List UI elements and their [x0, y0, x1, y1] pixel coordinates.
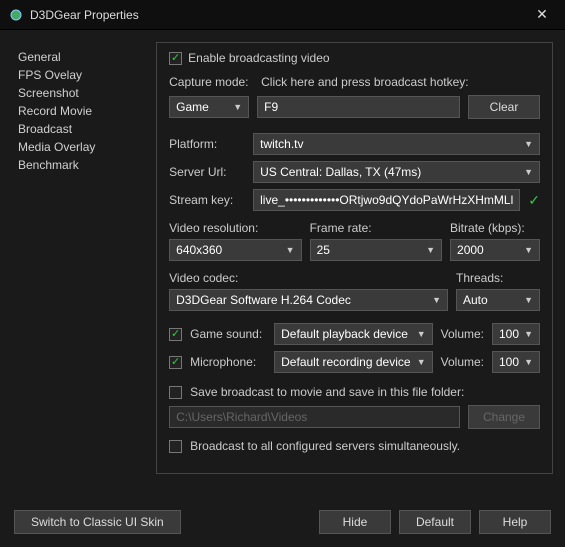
footer: Switch to Classic UI Skin Hide Default H… — [0, 497, 565, 547]
chevron-down-icon: ▼ — [233, 102, 242, 112]
bitrate-select[interactable]: 2000▼ — [450, 239, 540, 261]
broadcast-group: Enable broadcasting video Capture mode: … — [156, 42, 553, 474]
chevron-down-icon: ▼ — [524, 357, 533, 367]
sidebar-item-fps-overlay[interactable]: FPS Ovelay — [18, 66, 144, 84]
codec-label: Video codec: — [169, 271, 448, 285]
threads-select[interactable]: Auto▼ — [456, 289, 540, 311]
platform-label: Platform: — [169, 137, 245, 151]
hide-button[interactable]: Hide — [319, 510, 391, 534]
multi-server-label: Broadcast to all configured servers simu… — [190, 439, 460, 453]
stream-key-input[interactable]: live_•••••••••••••ORtjwo9dQYdoPaWrHzXHmM… — [253, 189, 520, 211]
clear-button[interactable]: Clear — [468, 95, 540, 119]
sidebar-item-media-overlay[interactable]: Media Overlay — [18, 138, 144, 156]
mic-volume-label: Volume: — [441, 355, 484, 369]
chevron-down-icon: ▼ — [524, 245, 533, 255]
chevron-down-icon: ▼ — [417, 357, 426, 367]
window-title: D3DGear Properties — [30, 8, 527, 22]
chevron-down-icon: ▼ — [524, 167, 533, 177]
chevron-down-icon: ▼ — [524, 329, 533, 339]
sidebar-item-benchmark[interactable]: Benchmark — [18, 156, 144, 174]
chevron-down-icon: ▼ — [417, 329, 426, 339]
codec-select[interactable]: D3DGear Software H.264 Codec▼ — [169, 289, 448, 311]
save-broadcast-checkbox[interactable] — [169, 386, 182, 399]
save-broadcast-label: Save broadcast to movie and save in this… — [190, 385, 464, 399]
server-url-label: Server Url: — [169, 165, 245, 179]
stream-key-label: Stream key: — [169, 193, 245, 207]
titlebar: D3DGear Properties ✕ — [0, 0, 565, 30]
enable-broadcast-label: Enable broadcasting video — [188, 51, 329, 65]
threads-label: Threads: — [456, 271, 540, 285]
enable-broadcast-checkbox[interactable] — [169, 52, 182, 65]
microphone-label: Microphone: — [190, 355, 266, 369]
default-button[interactable]: Default — [399, 510, 471, 534]
platform-select[interactable]: twitch.tv▼ — [253, 133, 540, 155]
framerate-select[interactable]: 25▼ — [310, 239, 442, 261]
chevron-down-icon: ▼ — [524, 295, 533, 305]
sidebar: General FPS Ovelay Screenshot Record Mov… — [0, 30, 144, 497]
save-path-input: C:\Users\Richard\Videos — [169, 406, 460, 428]
microphone-select[interactable]: Default recording device▼ — [274, 351, 433, 373]
sidebar-item-record-movie[interactable]: Record Movie — [18, 102, 144, 120]
chevron-down-icon: ▼ — [286, 245, 295, 255]
server-url-select[interactable]: US Central: Dallas, TX (47ms)▼ — [253, 161, 540, 183]
game-volume-select[interactable]: 100▼ — [492, 323, 540, 345]
capture-mode-label: Capture mode: — [169, 75, 253, 89]
capture-mode-select[interactable]: Game▼ — [169, 96, 249, 118]
change-button[interactable]: Change — [468, 405, 540, 429]
close-icon[interactable]: ✕ — [527, 6, 557, 23]
chevron-down-icon: ▼ — [426, 245, 435, 255]
sidebar-item-screenshot[interactable]: Screenshot — [18, 84, 144, 102]
resolution-label: Video resolution: — [169, 221, 301, 235]
classic-skin-button[interactable]: Switch to Classic UI Skin — [14, 510, 181, 534]
game-sound-select[interactable]: Default playback device▼ — [274, 323, 433, 345]
sidebar-item-broadcast[interactable]: Broadcast — [18, 120, 144, 138]
mic-volume-select[interactable]: 100▼ — [492, 351, 540, 373]
hotkey-label: Click here and press broadcast hotkey: — [261, 75, 540, 89]
help-button[interactable]: Help — [479, 510, 551, 534]
framerate-label: Frame rate: — [310, 221, 442, 235]
hotkey-input[interactable]: F9 — [257, 96, 460, 118]
multi-server-checkbox[interactable] — [169, 440, 182, 453]
sidebar-item-general[interactable]: General — [18, 48, 144, 66]
app-icon — [8, 7, 24, 23]
chevron-down-icon: ▼ — [524, 139, 533, 149]
check-icon: ✓ — [528, 192, 540, 209]
bitrate-label: Bitrate (kbps): — [450, 221, 540, 235]
chevron-down-icon: ▼ — [432, 295, 441, 305]
game-sound-checkbox[interactable] — [169, 328, 182, 341]
game-volume-label: Volume: — [441, 327, 484, 341]
resolution-select[interactable]: 640x360▼ — [169, 239, 301, 261]
microphone-checkbox[interactable] — [169, 356, 182, 369]
game-sound-label: Game sound: — [190, 327, 266, 341]
